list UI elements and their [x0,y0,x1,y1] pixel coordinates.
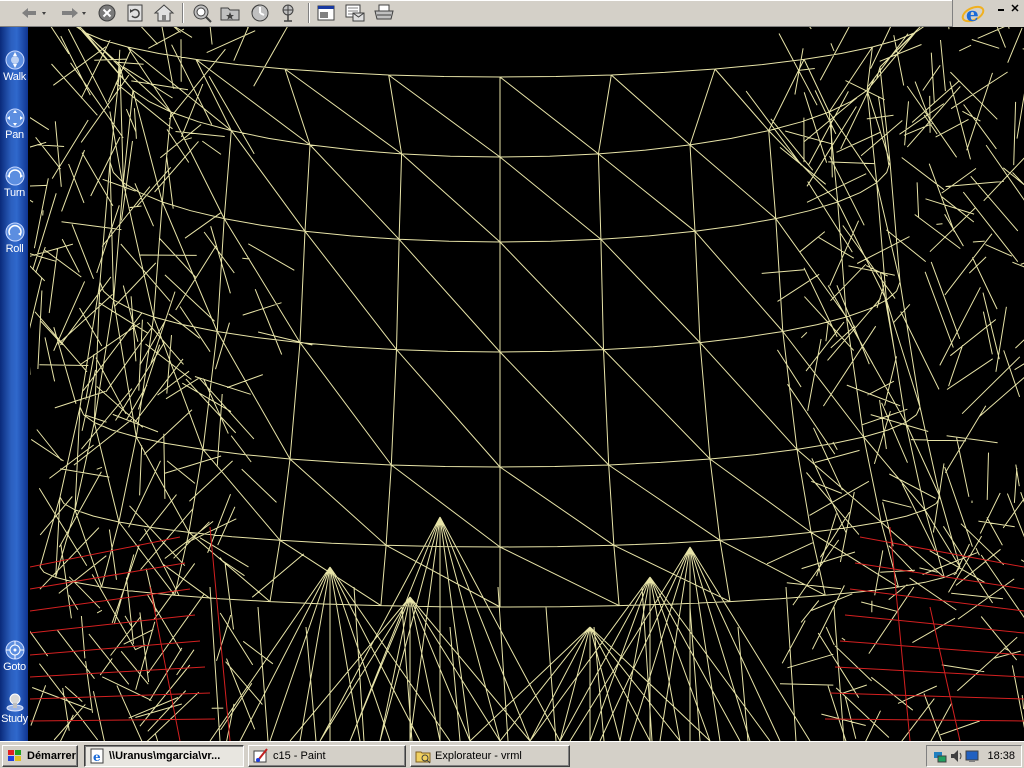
vrml-navigation-bar: Walk Pan Turn Roll Goto Study [0,27,29,741]
close-icon[interactable] [1010,4,1020,12]
study-icon [6,693,23,712]
svg-text:e: e [966,2,979,26]
turn-icon [5,166,24,186]
ie-logo-icon: e [961,2,985,26]
search-icon [193,4,212,23]
windows-logo-icon [8,750,21,761]
task-explorer[interactable]: Explorateur - vrml [410,745,570,767]
taskbar: Démarrer e \\Uranus\mgarcia\vr... c15 - … [0,741,1024,768]
browser-toolbar: e [0,0,1024,27]
network-icon[interactable] [933,748,947,764]
roll-label: Roll [5,243,24,255]
favorites-icon [220,7,240,21]
clock: 18:38 [987,750,1015,762]
volume-icon[interactable] [949,748,963,764]
print-button[interactable] [372,2,396,24]
study-button[interactable]: Study [0,687,29,731]
search-button[interactable] [190,2,214,24]
forward-arrow-icon [62,8,86,18]
minimize-icon[interactable] [996,4,1006,12]
back-button[interactable] [16,2,50,24]
task-vrml-browser[interactable]: e \\Uranus\mgarcia\vr... [84,745,244,767]
walk-label: Walk [3,71,26,83]
study-label: Study [1,713,28,725]
history-button[interactable] [248,2,272,24]
mail-button[interactable] [342,2,368,24]
forward-button[interactable] [56,2,90,24]
start-button[interactable]: Démarrer [2,745,78,767]
pan-label: Pan [5,129,24,141]
task-paint[interactable]: c15 - Paint [248,745,406,767]
history-icon [251,4,269,22]
home-icon [153,4,175,22]
walk-button[interactable]: Walk [0,45,29,89]
print-icon [374,4,394,20]
favorites-button[interactable] [218,2,242,24]
channels-button[interactable] [276,2,300,24]
roll-button[interactable]: Roll [0,217,29,261]
fullscreen-button[interactable] [314,2,338,24]
task-label: Explorateur - vrml [435,750,522,762]
fullscreen-icon [317,5,335,21]
task-label: \\Uranus\mgarcia\vr... [109,750,221,762]
refresh-icon [127,4,143,22]
goto-icon [5,640,24,660]
pan-button[interactable]: Pan [0,103,29,147]
wireframe-lines [30,27,1024,741]
paint-icon [253,748,268,763]
pan-icon [5,108,24,128]
goto-button[interactable]: Goto [0,635,29,679]
wireframe-model [30,27,1024,741]
window-controls: e [952,0,1024,27]
back-arrow-icon [22,8,46,18]
mail-icon [345,4,365,22]
home-button[interactable] [152,2,176,24]
task-label: c15 - Paint [273,750,326,762]
explorer-icon [415,751,431,764]
stop-button[interactable] [96,2,118,24]
stop-icon [98,4,116,22]
ie-page-icon: e [90,748,104,764]
system-tray: 18:38 [926,745,1022,767]
roll-icon [5,222,24,242]
channels-icon [282,4,294,22]
walk-icon [5,50,24,70]
turn-button[interactable]: Turn [0,161,29,205]
start-label: Démarrer [27,750,76,762]
goto-label: Goto [3,661,26,673]
turn-label: Turn [3,187,25,199]
refresh-button[interactable] [124,2,146,24]
display-icon[interactable] [965,748,979,764]
svg-text:e: e [93,750,101,764]
vrml-3d-viewport[interactable] [30,27,1024,741]
